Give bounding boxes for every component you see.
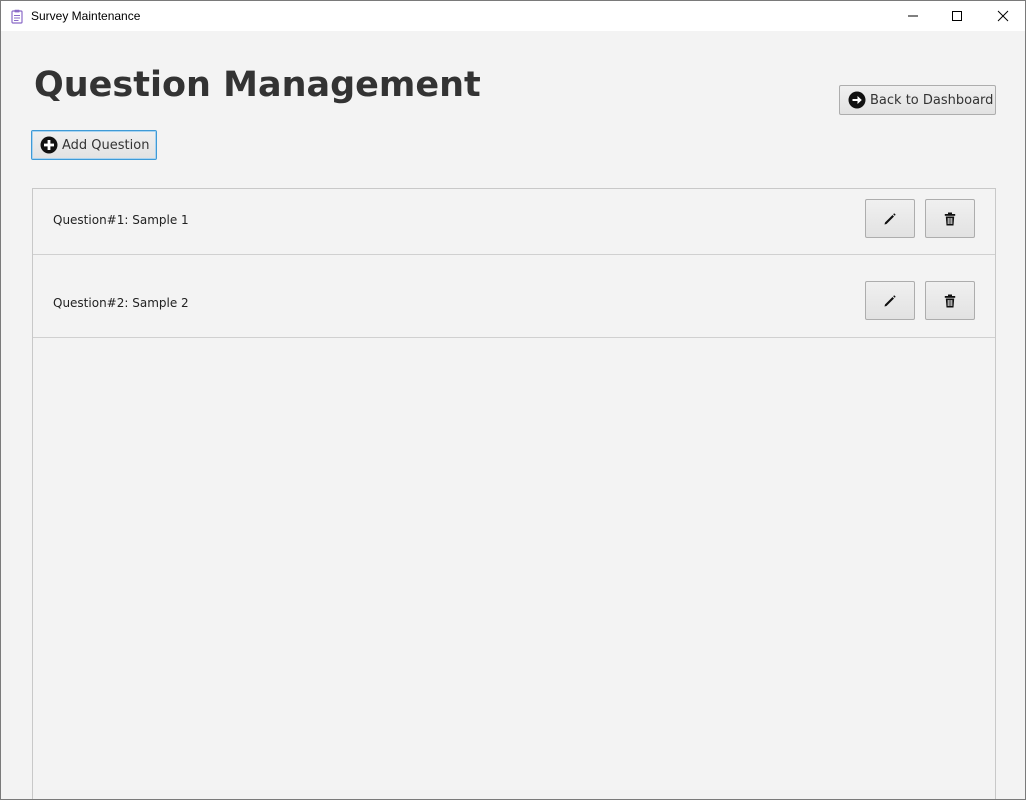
maximize-icon: [952, 11, 962, 21]
page-title: Question Management: [34, 65, 481, 105]
clipboard-icon: [11, 9, 23, 24]
plus-circle-icon: [40, 136, 58, 154]
add-question-button[interactable]: Add Question: [31, 130, 157, 160]
app-window: Survey Maintenance Question Management B…: [0, 0, 1026, 800]
minimize-button[interactable]: [890, 1, 936, 31]
window-title: Survey Maintenance: [31, 9, 141, 23]
back-to-dashboard-button[interactable]: Back to Dashboard: [839, 85, 996, 115]
question-row[interactable]: Question#2: Sample 2: [33, 255, 995, 338]
main-content: Question Management Back to Dashboard Ad…: [1, 31, 1025, 799]
title-bar[interactable]: Survey Maintenance: [1, 1, 1025, 31]
trash-icon: [944, 212, 956, 225]
question-list[interactable]: Question#1: Sample 1 Question#2: Sample …: [32, 188, 996, 799]
question-label: Question#1: Sample 1: [53, 213, 189, 227]
add-question-label: Add Question: [62, 137, 150, 153]
edit-question-button[interactable]: [865, 281, 915, 320]
pencil-icon: [884, 294, 896, 306]
arrow-circle-right-icon: [848, 91, 866, 109]
delete-question-button[interactable]: [925, 281, 975, 320]
pencil-icon: [884, 212, 896, 224]
maximize-button[interactable]: [934, 1, 980, 31]
back-to-dashboard-label: Back to Dashboard: [870, 92, 994, 108]
close-button[interactable]: [980, 1, 1025, 31]
edit-question-button[interactable]: [865, 199, 915, 238]
trash-icon: [944, 294, 956, 307]
close-icon: [997, 10, 1009, 22]
question-row[interactable]: Question#1: Sample 1: [33, 189, 995, 255]
minimize-icon: [908, 15, 918, 17]
question-label: Question#2: Sample 2: [53, 296, 189, 310]
delete-question-button[interactable]: [925, 199, 975, 238]
